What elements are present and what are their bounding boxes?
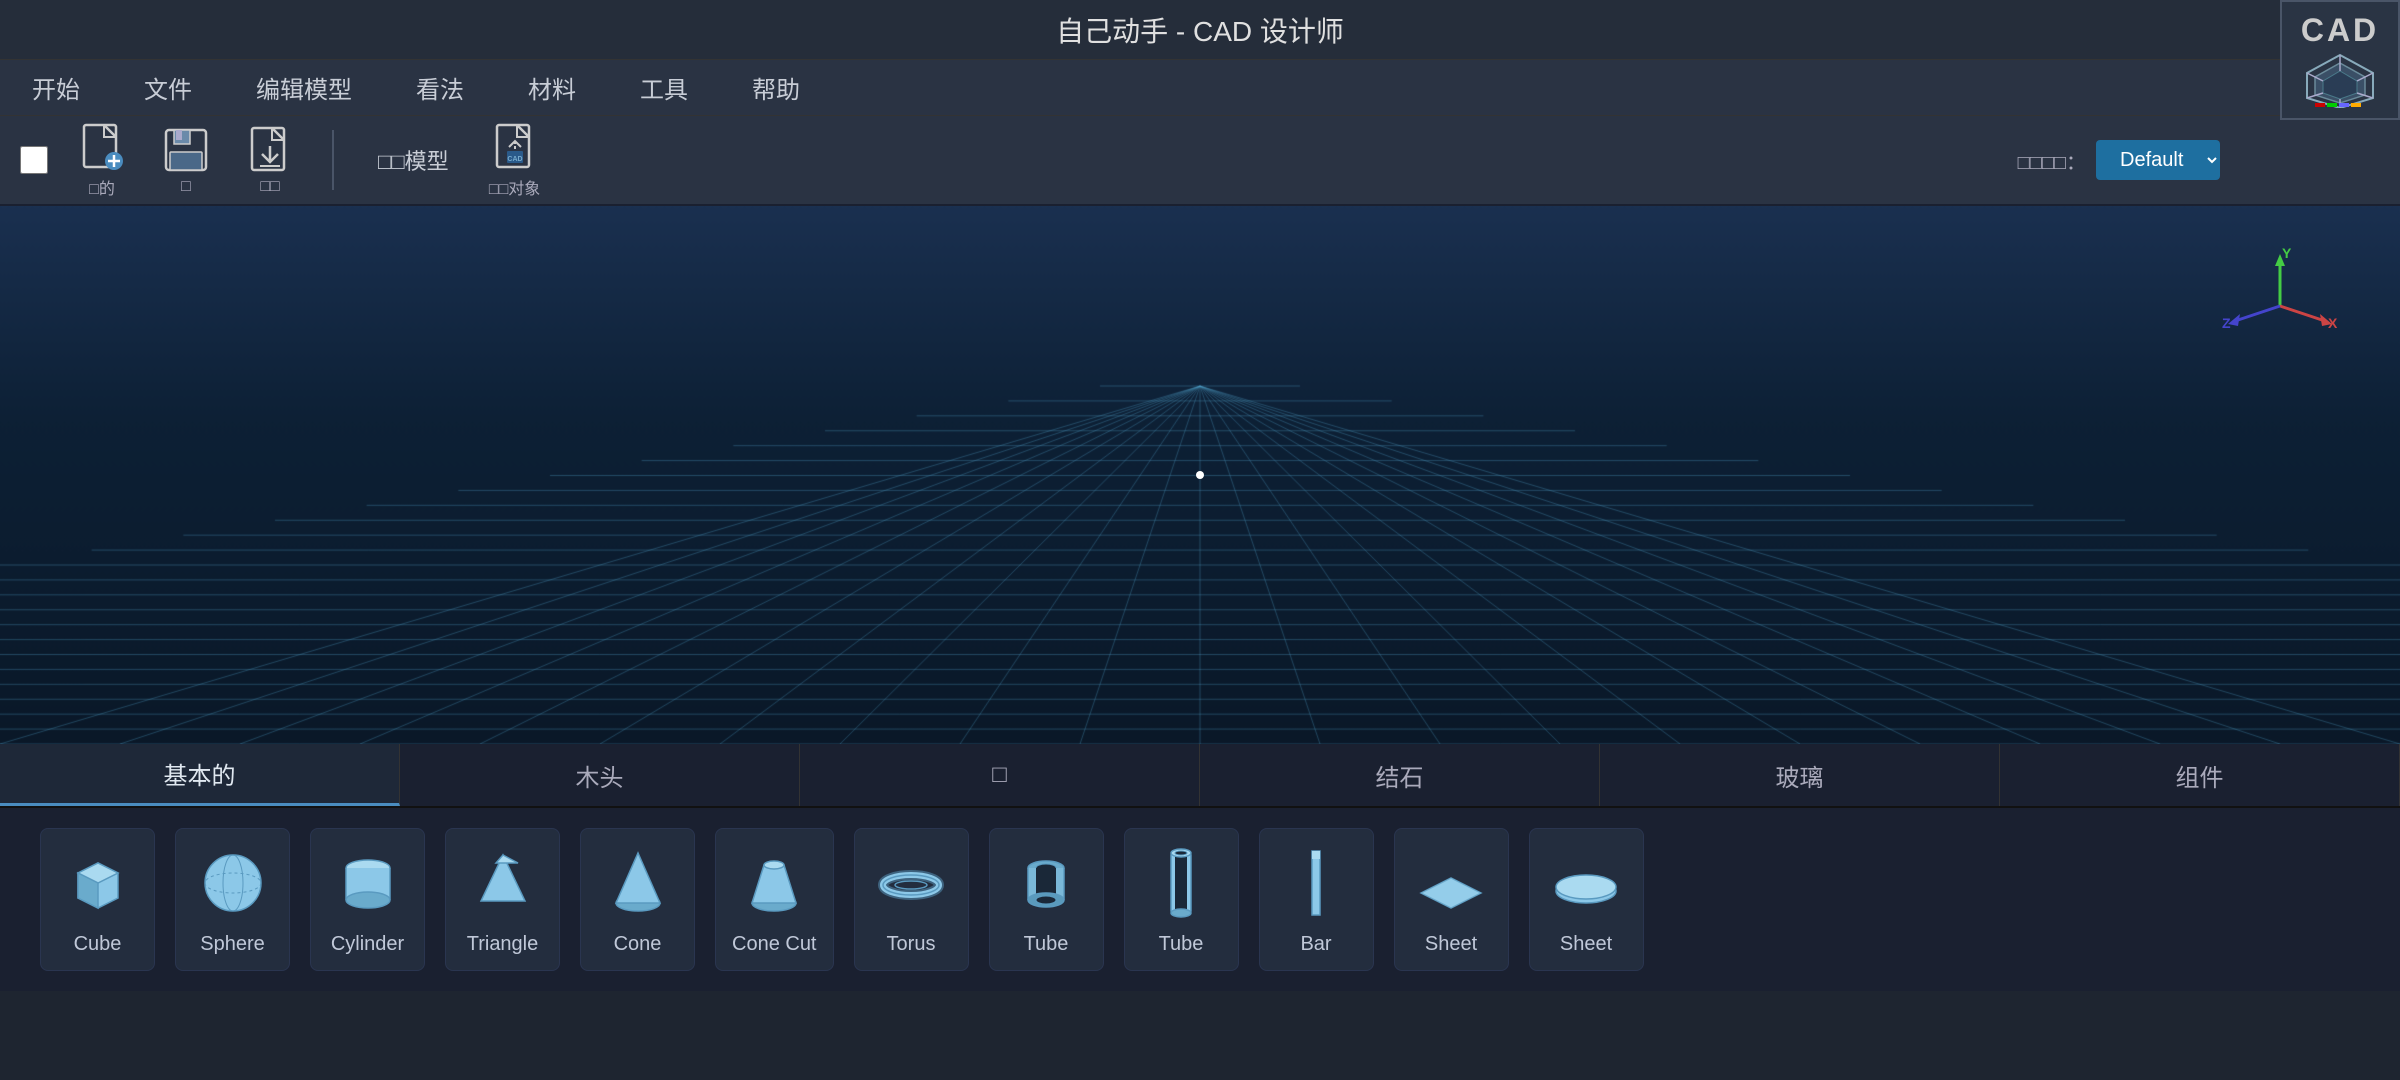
save-label: □ [181, 178, 191, 196]
import-button[interactable]: CAD □□对象 [477, 115, 553, 205]
shape-tube2[interactable]: Tube [1124, 828, 1239, 971]
shape-triangle-label: Triangle [467, 933, 539, 956]
axis-indicator: Y X Z [2220, 246, 2340, 366]
menu-item-view[interactable]: 看法 [404, 62, 476, 113]
tab-unknown[interactable]: □ [800, 744, 1200, 806]
shape-cube[interactable]: Cube [40, 828, 155, 971]
save-button[interactable]: □ [148, 118, 224, 202]
cad-logo: CAD [2280, 0, 2400, 120]
workspace-text: □□□□： [2018, 146, 2086, 175]
shape-sheet2-label: Sheet [1560, 933, 1612, 956]
shape-triangle[interactable]: Triangle [445, 828, 560, 971]
menu-item-start[interactable]: 开始 [20, 62, 92, 113]
shape-tube1[interactable]: Tube [989, 828, 1104, 971]
workspace-selector: □□□□： Default [2018, 140, 2220, 180]
shape-sphere-label: Sphere [200, 933, 265, 956]
title-bar: 自己动手 - CAD 设计师 CAD [0, 0, 2400, 60]
menu-item-help[interactable]: 帮助 [740, 62, 812, 113]
svg-text:Y: Y [2282, 246, 2292, 261]
menu-item-material[interactable]: 材料 [516, 62, 588, 113]
nav-tabs: 基本的 木头 □ 结石 玻璃 组件 [0, 744, 2400, 808]
shape-sheet1[interactable]: Sheet [1394, 828, 1509, 971]
new-button[interactable]: □的 [64, 115, 140, 205]
svg-text:CAD: CAD [507, 156, 522, 163]
shape-bar-label: Bar [1300, 933, 1331, 956]
tab-component[interactable]: 组件 [2000, 744, 2400, 806]
shape-sheet1-label: Sheet [1425, 933, 1477, 956]
svg-text:X: X [2328, 315, 2338, 331]
menu-bar: 开始 文件 编辑模型 看法 材料 工具 帮助 [0, 60, 2400, 116]
shape-tube2-label: Tube [1159, 933, 1204, 956]
shape-cone-cut[interactable]: Cone Cut [715, 828, 834, 971]
menu-item-tools[interactable]: 工具 [628, 62, 700, 113]
shape-cylinder[interactable]: Cylinder [310, 828, 425, 971]
shape-cone-cut-label: Cone Cut [732, 933, 817, 956]
shape-cone-label: Cone [614, 933, 662, 956]
section-label: □□模型 [378, 144, 449, 176]
tab-wood[interactable]: 木头 [400, 744, 800, 806]
shape-sheet2[interactable]: Sheet [1529, 828, 1644, 971]
download-label: □□ [260, 178, 279, 196]
menu-item-edit[interactable]: 编辑模型 [244, 62, 364, 113]
shape-palette: Cube Sphere Cylinder Triangle [0, 808, 2400, 991]
workspace-dropdown[interactable]: Default [2096, 140, 2220, 180]
shape-cylinder-label: Cylinder [331, 933, 404, 956]
cad-logo-icon [2305, 53, 2375, 108]
tab-glass[interactable]: 玻璃 [1600, 744, 2000, 806]
new-label: □的 [89, 175, 115, 199]
shape-torus-label: Torus [887, 933, 936, 956]
tab-stone[interactable]: 结石 [1200, 744, 1600, 806]
shape-cube-label: Cube [74, 933, 122, 956]
svg-text:Z: Z [2222, 315, 2231, 331]
import-label: □□对象 [489, 175, 540, 199]
shape-cone[interactable]: Cone [580, 828, 695, 971]
menu-item-file[interactable]: 文件 [132, 62, 204, 113]
download-button[interactable]: □□ [232, 118, 308, 202]
cad-logo-text: CAD [2301, 12, 2379, 49]
shape-sphere[interactable]: Sphere [175, 828, 290, 971]
toolbar-divider [332, 130, 334, 190]
toolbar: □的 □ □□ □□模型 CAD [0, 116, 2400, 206]
center-dot [1196, 471, 1204, 479]
viewport[interactable]: Y X Z [0, 206, 2400, 744]
shape-tube1-label: Tube [1024, 933, 1069, 956]
toolbar-checkbox[interactable] [20, 146, 48, 174]
app-title: 自己动手 - CAD 设计师 [1056, 10, 1344, 50]
shape-bar[interactable]: Bar [1259, 828, 1374, 971]
shape-torus[interactable]: Torus [854, 828, 969, 971]
tab-basic[interactable]: 基本的 [0, 744, 400, 806]
